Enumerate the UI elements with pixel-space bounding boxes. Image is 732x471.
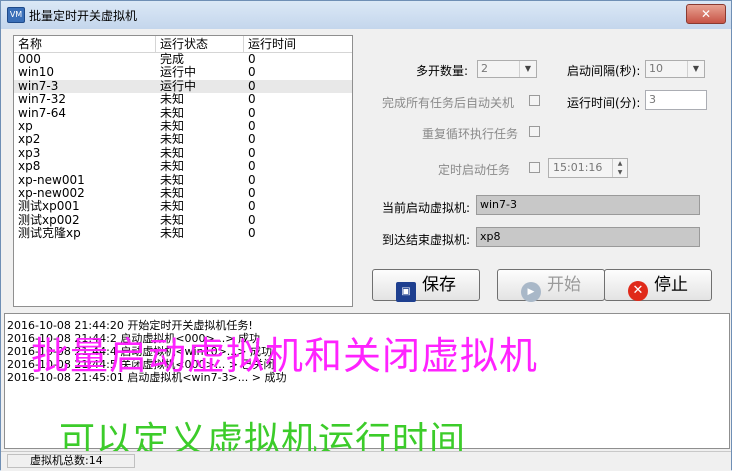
table-row[interactable]: 测试xp001 未知 0 xyxy=(14,199,352,214)
run-time-input[interactable]: 3 xyxy=(645,90,707,110)
row-name: xp8 xyxy=(18,159,41,174)
row-name: xp3 xyxy=(18,145,41,160)
row-name: 000 xyxy=(18,52,41,66)
multi-count-select[interactable]: 2 ▼ xyxy=(477,60,537,78)
row-status: 未知 xyxy=(160,132,185,147)
row-name: win7-64 xyxy=(18,105,66,120)
timed-start-time-picker[interactable]: 15:01:16 ▲ ▼ xyxy=(548,158,628,178)
current-vm-field: win7-3 xyxy=(476,195,700,215)
stop-button-label: 停止 xyxy=(654,275,688,295)
row-time: 0 xyxy=(248,199,256,214)
start-button[interactable]: ▶ 开始 xyxy=(497,269,605,302)
row-status: 未知 xyxy=(160,212,185,227)
main-window: VM 批量定时开关虚拟机 ✕ 名称 运行状态 运行时间 000 完成 0 win10 运… xyxy=(0,0,732,471)
row-time: 0 xyxy=(248,226,256,241)
play-icon: ▶ xyxy=(521,282,541,302)
save-button[interactable]: ▣ 保存 xyxy=(372,269,480,302)
row-status: 未知 xyxy=(160,226,185,241)
auto-shutdown-checkbox[interactable] xyxy=(529,95,540,106)
table-row[interactable]: win7-32 未知 0 xyxy=(14,92,352,107)
row-name: win7-3 xyxy=(18,78,59,93)
row-time: 0 xyxy=(248,172,256,187)
stop-x-icon: ✕ xyxy=(628,281,648,301)
row-status: 未知 xyxy=(160,92,185,107)
vm-list-rows: 000 完成 0 win10 运行中 0 win7-3 运行中 0 win7-32 未知 0 win7-… xyxy=(14,52,352,241)
row-name: xp2 xyxy=(18,132,41,147)
row-name: 测试克隆xp xyxy=(18,226,81,241)
floppy-disk-icon: ▣ xyxy=(396,282,416,302)
end-vm-label: 到达结束虚拟机: xyxy=(382,233,471,247)
row-status: 未知 xyxy=(160,118,185,133)
vm-list-header: 名称 运行状态 运行时间 xyxy=(14,36,352,53)
row-status: 未知 xyxy=(160,185,185,200)
row-time: 0 xyxy=(248,132,256,147)
row-name: xp-new001 xyxy=(18,172,85,187)
timed-start-time-value: 15:01:16 xyxy=(553,161,603,174)
table-row[interactable]: win7-64 未知 0 xyxy=(14,105,352,120)
stop-button[interactable]: ✕ 停止 xyxy=(604,269,712,301)
run-time-label: 运行时间(分): xyxy=(567,96,641,110)
repeat-label: 重复循环执行任务 xyxy=(422,127,519,141)
app-icon: VM xyxy=(7,7,25,23)
table-row[interactable]: xp 未知 0 xyxy=(14,118,352,133)
table-row[interactable]: win10 运行中 0 xyxy=(14,65,352,80)
multi-count-label: 多开数量: xyxy=(416,64,469,78)
start-interval-select[interactable]: 10 ▼ xyxy=(645,60,705,78)
multi-count-value: 2 xyxy=(481,62,488,75)
table-row[interactable]: xp-new001 未知 0 xyxy=(14,172,352,187)
start-interval-value: 10 xyxy=(649,62,663,75)
vm-list[interactable]: 名称 运行状态 运行时间 000 完成 0 win10 运行中 0 win7-3 运行中 0 wi… xyxy=(13,35,353,307)
spin-down-icon[interactable]: ▼ xyxy=(612,168,627,177)
row-status: 运行中 xyxy=(160,78,197,93)
table-row[interactable]: 测试克隆xp 未知 0 xyxy=(14,226,352,241)
vm-count-status: 虚拟机总数:14 xyxy=(7,454,135,468)
row-name: win10 xyxy=(18,65,55,80)
row-time: 0 xyxy=(248,185,256,200)
repeat-checkbox[interactable] xyxy=(529,126,540,137)
start-button-label: 开始 xyxy=(547,275,581,295)
start-interval-label: 启动间隔(秒): xyxy=(567,64,641,78)
column-header-status[interactable]: 运行状态 xyxy=(156,36,244,52)
table-row[interactable]: xp8 未知 0 xyxy=(14,159,352,174)
save-button-label: 保存 xyxy=(422,275,456,295)
chevron-down-icon: ▼ xyxy=(687,61,704,77)
row-status: 运行中 xyxy=(160,65,197,80)
row-time: 0 xyxy=(248,78,256,93)
row-time: 0 xyxy=(248,65,256,80)
current-vm-label: 当前启动虚拟机: xyxy=(382,201,471,215)
row-status: 未知 xyxy=(160,199,185,214)
row-status: 未知 xyxy=(160,159,185,174)
spin-up-icon[interactable]: ▲ xyxy=(612,159,627,168)
window-title: 批量定时开关虚拟机 xyxy=(29,9,138,23)
table-row[interactable]: win7-3 运行中 0 xyxy=(14,78,352,94)
column-header-name[interactable]: 名称 xyxy=(14,36,156,52)
row-time: 0 xyxy=(248,212,256,227)
row-status: 未知 xyxy=(160,145,185,160)
row-name: win7-32 xyxy=(18,92,66,107)
row-name: xp xyxy=(18,118,33,133)
row-time: 0 xyxy=(248,105,256,120)
row-time: 0 xyxy=(248,92,256,107)
overlay-caption-batch: 批量启动虚拟机和关闭虚拟机 xyxy=(31,334,539,378)
row-time: 0 xyxy=(248,159,256,174)
end-vm-field: xp8 xyxy=(476,227,700,247)
chevron-down-icon: ▼ xyxy=(519,61,536,77)
row-time: 0 xyxy=(248,145,256,160)
row-name: 测试xp001 xyxy=(18,199,80,214)
close-button[interactable]: ✕ xyxy=(686,4,726,24)
row-time: 0 xyxy=(248,52,256,66)
timed-start-label: 定时启动任务 xyxy=(438,163,511,177)
timed-start-checkbox[interactable] xyxy=(529,162,540,173)
status-bar: 虚拟机总数:14 xyxy=(1,451,731,471)
table-row[interactable]: xp3 未知 0 xyxy=(14,145,352,160)
table-row[interactable]: xp2 未知 0 xyxy=(14,132,352,147)
row-status: 未知 xyxy=(160,172,185,187)
auto-shutdown-label: 完成所有任务后自动关机 xyxy=(382,96,515,110)
title-bar[interactable]: VM 批量定时开关虚拟机 ✕ xyxy=(1,1,731,29)
column-header-time[interactable]: 运行时间 xyxy=(244,36,352,52)
row-time: 0 xyxy=(248,118,256,133)
row-status: 未知 xyxy=(160,105,185,120)
